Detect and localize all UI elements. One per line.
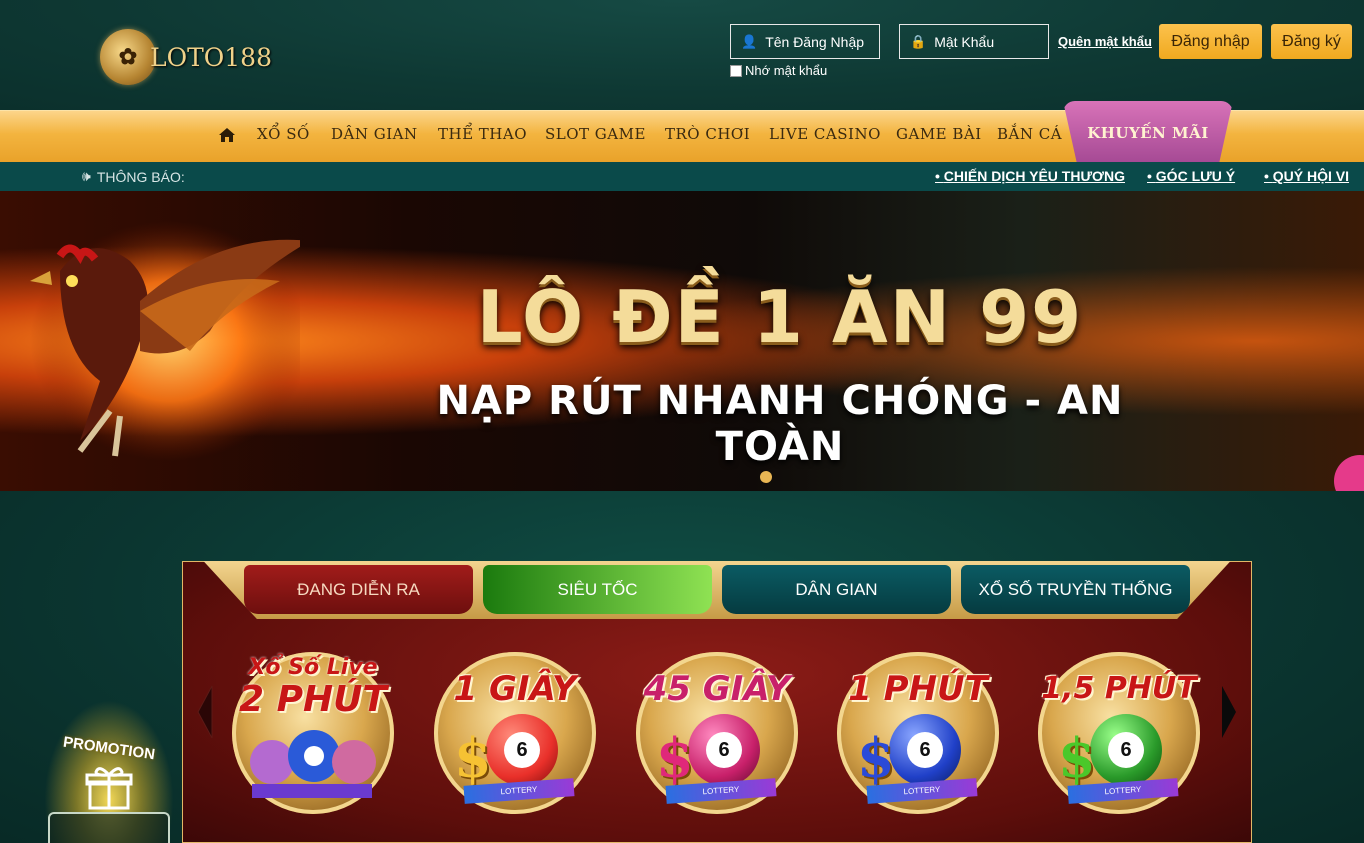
nav-item-xo-so[interactable]: XỔ SỐ — [257, 125, 310, 143]
login-button[interactable]: Đăng nhập — [1159, 24, 1262, 59]
lottery-ball-icon: 6 — [1090, 714, 1162, 786]
game-label: 1 PHÚT — [848, 669, 988, 709]
tab-xo-so-truyen-thong[interactable]: XỔ SỐ TRUYỀN THỐNG — [961, 565, 1190, 614]
password-placeholder: Mật Khẩu — [934, 33, 995, 50]
lottery-balls-illustration — [1334, 455, 1364, 491]
username-placeholder: Tên Đăng Nhập — [765, 33, 865, 50]
promotion-badge[interactable]: PROMOTION — [44, 700, 174, 843]
nav-item-slot-game[interactable]: SLOT GAME — [545, 125, 646, 143]
logo-text: LOTO188 — [150, 42, 272, 72]
game-label: 45 GIÂY — [643, 669, 791, 709]
game-card-1-giay[interactable]: 1 GIÂY 6 $ LOTTERY — [434, 652, 596, 814]
tab-sieu-toc[interactable]: SIÊU TỐC — [483, 565, 712, 614]
promotion-base — [48, 812, 170, 843]
notice-link-chien-dich[interactable]: • CHIẾN DỊCH YÊU THƯƠNG — [935, 168, 1125, 184]
game-label: 1 GIÂY — [453, 669, 577, 709]
nav-item-ban-ca[interactable]: BẮN CÁ — [997, 125, 1062, 143]
game-card-45-giay[interactable]: 45 GIÂY 6 $ LOTTERY — [636, 652, 798, 814]
lottery-balls-icon — [250, 730, 376, 798]
speaker-icon: 🕪 — [82, 168, 91, 184]
game-card-1-phut[interactable]: 1 PHÚT 6 $ LOTTERY — [837, 652, 999, 814]
ball-number: 6 — [504, 732, 540, 768]
dollar-icon: $ — [857, 726, 895, 790]
ball-number: 6 — [1108, 732, 1144, 768]
logo[interactable]: ✿ LOTO188 — [100, 28, 285, 86]
lottery-ball-icon: 6 — [889, 714, 961, 786]
forgot-password-link[interactable]: Quên mật khẩu — [1058, 34, 1152, 49]
rooster-illustration — [30, 221, 300, 461]
notice-label: 🕪 THÔNG BÁO: — [82, 168, 185, 185]
remember-label: Nhớ mật khẩu — [745, 63, 828, 78]
tab-dan-gian[interactable]: DÂN GIAN — [722, 565, 951, 614]
game-card-live-2-phut[interactable]: Xổ Số Live 2 PHÚT — [232, 652, 394, 814]
home-icon[interactable] — [218, 127, 236, 143]
lock-icon: 🔒 — [910, 33, 927, 49]
tab-dang-dien-ra[interactable]: ĐANG DIỄN RA — [244, 565, 473, 614]
lottery-ball-icon: 6 — [486, 714, 558, 786]
banner-pagination-dot[interactable] — [760, 471, 772, 483]
notice-bar: 🕪 THÔNG BÁO: • CHIẾN DỊCH YÊU THƯƠNG • G… — [0, 162, 1364, 191]
game-card-1-5-phut[interactable]: 1,5 PHÚT 6 $ LOTTERY — [1038, 652, 1200, 814]
carousel-next-arrow-icon[interactable] — [1220, 682, 1238, 742]
game-label: Xổ Số Live 2 PHÚT — [232, 655, 394, 721]
lottery-ball-icon: 6 — [688, 714, 760, 786]
ball-number: 6 — [907, 732, 943, 768]
username-input[interactable]: 👤 Tên Đăng Nhập — [730, 24, 880, 59]
game-label-main: 2 PHÚT — [239, 679, 387, 721]
user-icon: 👤 — [741, 33, 758, 49]
password-input[interactable]: 🔒 Mật Khẩu — [899, 24, 1049, 59]
nav-item-game-bai[interactable]: GAME BÀI — [896, 125, 982, 143]
dollar-icon: $ — [656, 726, 694, 790]
notice-link-goc-luu-y[interactable]: • GÓC LƯU Ý — [1147, 168, 1235, 184]
register-button[interactable]: Đăng ký — [1271, 24, 1352, 59]
nav-item-tro-choi[interactable]: TRÒ CHƠI — [665, 125, 750, 143]
ball-number: 6 — [706, 732, 742, 768]
nav-item-the-thao[interactable]: THỂ THAO — [438, 125, 527, 143]
notice-label-text: THÔNG BÁO: — [96, 168, 185, 185]
remember-me[interactable]: Nhớ mật khẩu — [730, 63, 827, 78]
game-label: 1,5 PHÚT — [1041, 671, 1197, 706]
nav-item-dan-gian[interactable]: DÂN GIAN — [331, 125, 418, 143]
carousel-prev-arrow-icon[interactable] — [196, 682, 214, 742]
nav-promo-label[interactable]: KHUYẾN MÃI — [1063, 124, 1233, 142]
notice-link-quy-hoi[interactable]: • QUÝ HỘI VI — [1264, 168, 1349, 184]
dollar-icon: $ — [454, 726, 492, 790]
logo-emblem-icon: ✿ — [100, 29, 156, 85]
banner-title: LÔ ĐỀ 1 ĂN 99 — [476, 275, 1084, 359]
notice-link-text[interactable]: CHIẾN DỊCH YÊU THƯƠNG — [944, 168, 1125, 184]
dollar-icon: $ — [1058, 726, 1096, 790]
remember-checkbox[interactable] — [730, 64, 742, 77]
notice-link-text[interactable]: QUÝ HỘI VI — [1273, 168, 1349, 184]
notice-link-text[interactable]: GÓC LƯU Ý — [1156, 168, 1235, 184]
nav-item-live-casino[interactable]: LIVE CASINO — [769, 125, 881, 143]
game-label-top: Xổ Số Live — [248, 655, 378, 680]
gift-icon — [85, 767, 133, 810]
banner-subtitle: NẠP RÚT NHANH CHÓNG - AN TOÀN — [436, 378, 1124, 470]
